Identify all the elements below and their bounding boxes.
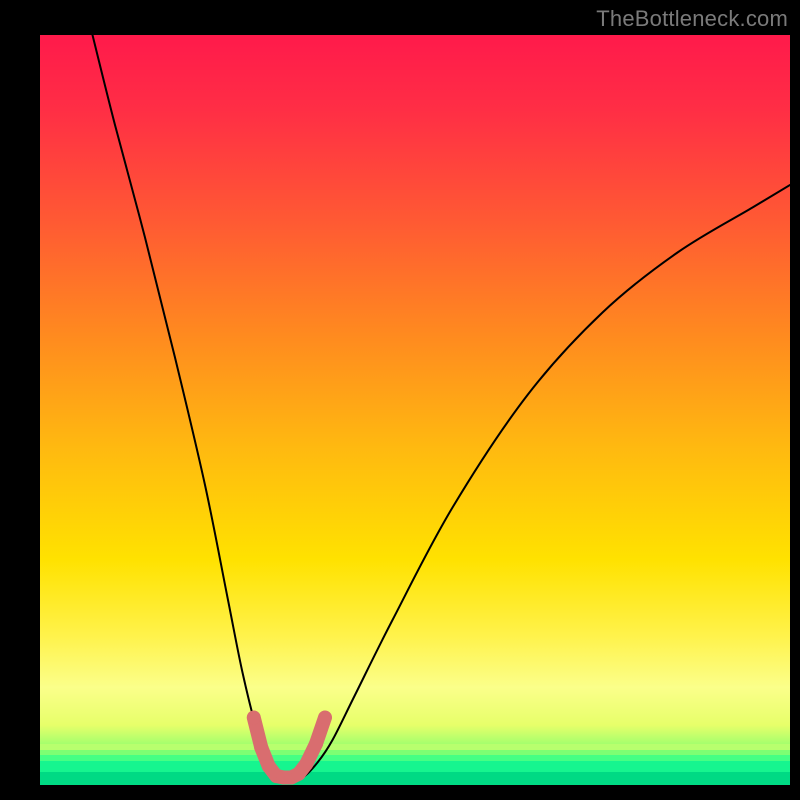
chart-frame: TheBottleneck.com <box>0 0 800 800</box>
ideal-range-end <box>247 711 261 725</box>
curve-layer <box>40 35 790 785</box>
watermark-label: TheBottleneck.com <box>596 6 788 32</box>
plot-area <box>40 35 790 785</box>
ideal-range-end <box>318 711 331 725</box>
ideal-range-marker <box>247 711 332 778</box>
bottleneck-curve <box>93 35 791 779</box>
